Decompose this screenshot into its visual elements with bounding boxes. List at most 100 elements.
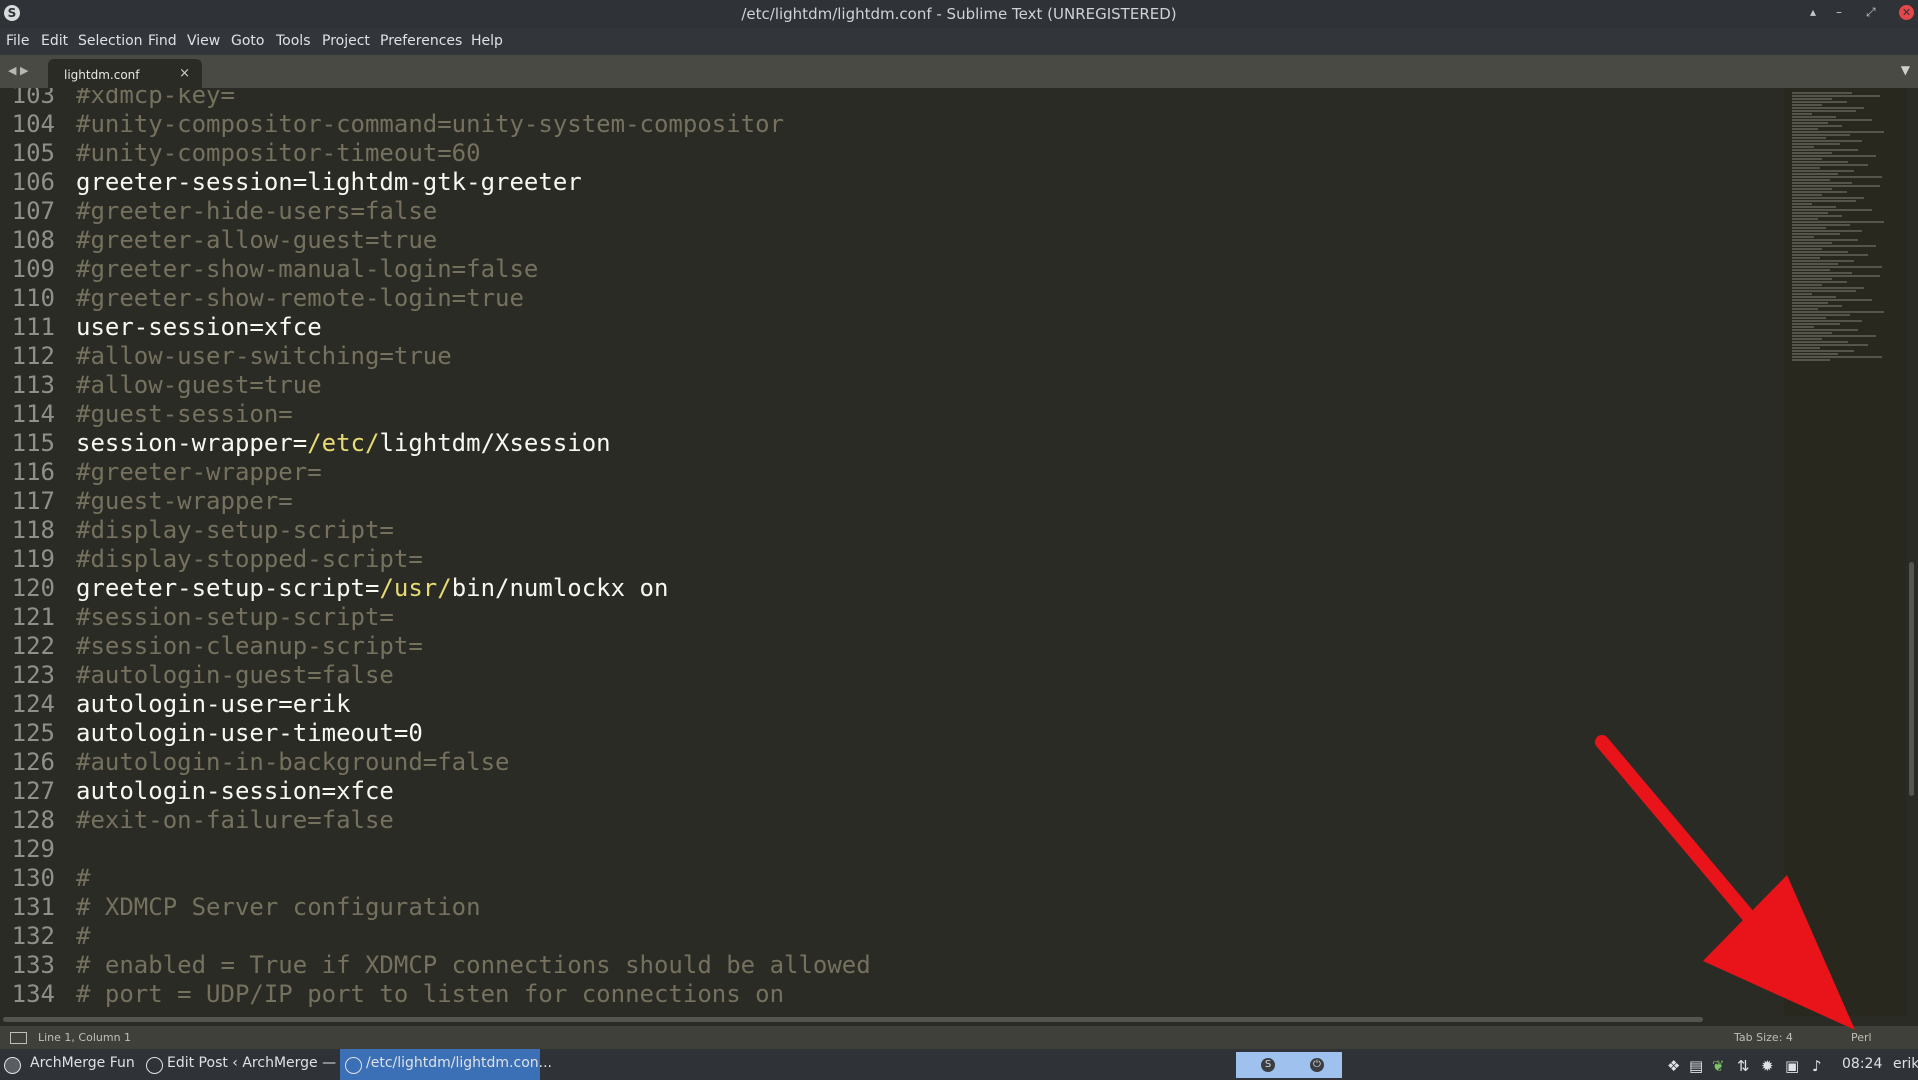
user-name[interactable]: erik <box>1893 1056 1918 1072</box>
tab-nav-arrows-icon[interactable]: ◀ ▶ <box>8 64 28 77</box>
tab-size-selector[interactable]: Tab Size: 4 <box>1734 1031 1793 1044</box>
code-line[interactable]: 130 # <box>0 864 91 893</box>
power-launcher-icon[interactable]: ⏻ <box>1310 1058 1324 1072</box>
leaf-icon[interactable]: ❦ <box>1712 1057 1725 1075</box>
code-text: #allow-guest=true <box>76 371 322 399</box>
minimap-line <box>1792 221 1884 223</box>
code-text: # XDMCP Server configuration <box>76 893 481 921</box>
code-line[interactable]: 107 #greeter-hide-users=false <box>0 197 438 226</box>
screenshot-icon[interactable]: ▣ <box>1785 1057 1799 1075</box>
code-line[interactable]: 109 #greeter-show-manual-login=false <box>0 255 539 284</box>
minimap-line <box>1792 356 1882 358</box>
close-window-button[interactable]: ✕ <box>1899 5 1914 20</box>
code-line[interactable]: 122 #session-cleanup-script= <box>0 632 423 661</box>
code-line[interactable]: 104 #unity-compositor-command=unity-syste… <box>0 110 784 139</box>
vertical-scroll-thumb[interactable] <box>1909 562 1914 796</box>
code-line[interactable]: 120 greeter-setup-script=/usr/bin/numlock… <box>0 574 669 603</box>
code-line[interactable]: 115 session-wrapper=/etc/lightdm/Xsession <box>0 429 611 458</box>
minimap-line <box>1792 350 1854 352</box>
sublime-launcher-icon[interactable]: S <box>1261 1058 1275 1072</box>
clock[interactable]: 08:24 <box>1842 1056 1882 1072</box>
code-line[interactable]: 114 #guest-session= <box>0 400 293 429</box>
code-line[interactable]: 111 user-session=xfce <box>0 313 322 342</box>
minimap-line <box>1792 104 1822 106</box>
line-number: 129 <box>11 835 55 863</box>
code-line[interactable]: 131 # XDMCP Server configuration <box>0 893 481 922</box>
line-number: 111 <box>11 313 55 341</box>
code-text: #greeter-show-manual-login=false <box>76 255 539 283</box>
code-text: session-wrapper=/etc/lightdm/Xsession <box>76 429 611 458</box>
menu-project[interactable]: Project <box>322 33 370 49</box>
menu-help[interactable]: Help <box>471 33 503 49</box>
console-toggle-icon[interactable] <box>10 1032 27 1044</box>
minimap-line <box>1792 134 1850 136</box>
code-line[interactable]: 121 #session-setup-script= <box>0 603 394 632</box>
code-line[interactable]: 118 #display-setup-script= <box>0 516 394 545</box>
taskbar-item-archmerge-fun[interactable]: ArchMerge Fun <box>0 1049 135 1080</box>
code-line[interactable]: 110 #greeter-show-remote-login=true <box>0 284 524 313</box>
code-line[interactable]: 117 #guest-wrapper= <box>0 487 293 516</box>
vertical-scrollbar[interactable] <box>1906 88 1918 1018</box>
code-line[interactable]: 124 autologin-user=erik <box>0 690 351 719</box>
volume-icon[interactable]: ♪ <box>1812 1057 1822 1075</box>
minimap-line <box>1792 296 1836 298</box>
code-line[interactable]: 108 #greeter-allow-guest=true <box>0 226 438 255</box>
minimap-line <box>1792 347 1820 349</box>
minimap-line <box>1792 323 1840 325</box>
minimap[interactable] <box>1784 88 1906 1018</box>
code-line[interactable]: 119 #display-stopped-script= <box>0 545 423 574</box>
taskbar-item-edit-post[interactable]: Edit Post ‹ ArchMerge — ... <box>140 1049 354 1080</box>
code-line[interactable]: 133 # enabled = True if XDMCP connections… <box>0 951 871 980</box>
minimap-line <box>1792 233 1840 235</box>
minimap-line <box>1792 116 1836 118</box>
syntax-selector[interactable]: Perl <box>1851 1031 1872 1044</box>
horizontal-scroll-thumb[interactable] <box>3 1017 1703 1022</box>
network-icon[interactable]: ⇅ <box>1737 1057 1750 1075</box>
code-line[interactable]: 105 #unity-compositor-timeout=60 <box>0 139 481 168</box>
menu-find[interactable]: Find <box>148 33 177 49</box>
minimap-line <box>1792 239 1858 241</box>
clipboard-icon[interactable]: ▤ <box>1689 1057 1703 1075</box>
code-line[interactable]: 127 autologin-session=xfce <box>0 777 394 806</box>
line-number: 125 <box>11 719 55 747</box>
horizontal-scrollbar[interactable] <box>0 1016 1918 1026</box>
maximize-button[interactable]: ⤢ <box>1866 5 1876 20</box>
minimap-line <box>1792 248 1822 250</box>
menu-file[interactable]: File <box>6 33 29 49</box>
close-tab-icon[interactable]: × <box>179 66 190 81</box>
code-line[interactable]: 106 greeter-session=lightdm-gtk-greeter <box>0 168 582 197</box>
line-number: 107 <box>11 197 55 225</box>
window-titlebar[interactable]: S /etc/lightdm/lightdm.conf - Sublime Te… <box>0 0 1918 28</box>
menu-selection[interactable]: Selection <box>78 33 143 49</box>
keep-above-button[interactable]: ▴ <box>1810 5 1816 19</box>
code-line[interactable]: 128 #exit-on-failure=false <box>0 806 394 835</box>
minimap-line <box>1792 185 1880 187</box>
settings-icon[interactable]: ✹ <box>1761 1057 1774 1075</box>
minimap-line <box>1792 164 1868 166</box>
code-line[interactable]: 116 #greeter-wrapper= <box>0 458 322 487</box>
menu-edit[interactable]: Edit <box>41 33 68 49</box>
menu-tools[interactable]: Tools <box>276 33 311 49</box>
menu-view[interactable]: View <box>187 33 220 49</box>
line-number: 134 <box>11 980 55 1008</box>
code-line[interactable]: 113 #allow-guest=true <box>0 371 322 400</box>
minimize-button[interactable]: – <box>1836 5 1842 19</box>
dropbox-icon[interactable]: ❖ <box>1667 1057 1680 1075</box>
code-line[interactable]: 129 <box>0 835 55 864</box>
code-editor[interactable]: 103 #xdmcp-key= 104 #unity-compositor-comma… <box>0 88 1784 1018</box>
tab-list-dropdown-icon[interactable]: ▼ <box>1901 63 1910 77</box>
menu-goto[interactable]: Goto <box>231 33 264 49</box>
code-line[interactable]: 134 # port = UDP/IP port to listen for co… <box>0 980 784 1009</box>
code-line[interactable]: 123 #autologin-guest=false <box>0 661 394 690</box>
tab-lightdm-conf[interactable]: lightdm.conf × <box>48 59 202 88</box>
minimap-line <box>1792 152 1832 154</box>
line-number: 127 <box>11 777 55 805</box>
code-line[interactable]: 126 #autologin-in-background=false <box>0 748 510 777</box>
code-line[interactable]: 125 autologin-user-timeout=0 <box>0 719 423 748</box>
code-text: #exit-on-failure=false <box>76 806 394 834</box>
taskbar-item-sublime[interactable]: /etc/lightdm/lightdm.con... <box>340 1049 552 1080</box>
menu-preferences[interactable]: Preferences <box>380 33 462 49</box>
code-line[interactable]: 132 # <box>0 922 91 951</box>
code-line[interactable]: 103 #xdmcp-key= <box>0 88 235 110</box>
code-line[interactable]: 112 #allow-user-switching=true <box>0 342 452 371</box>
